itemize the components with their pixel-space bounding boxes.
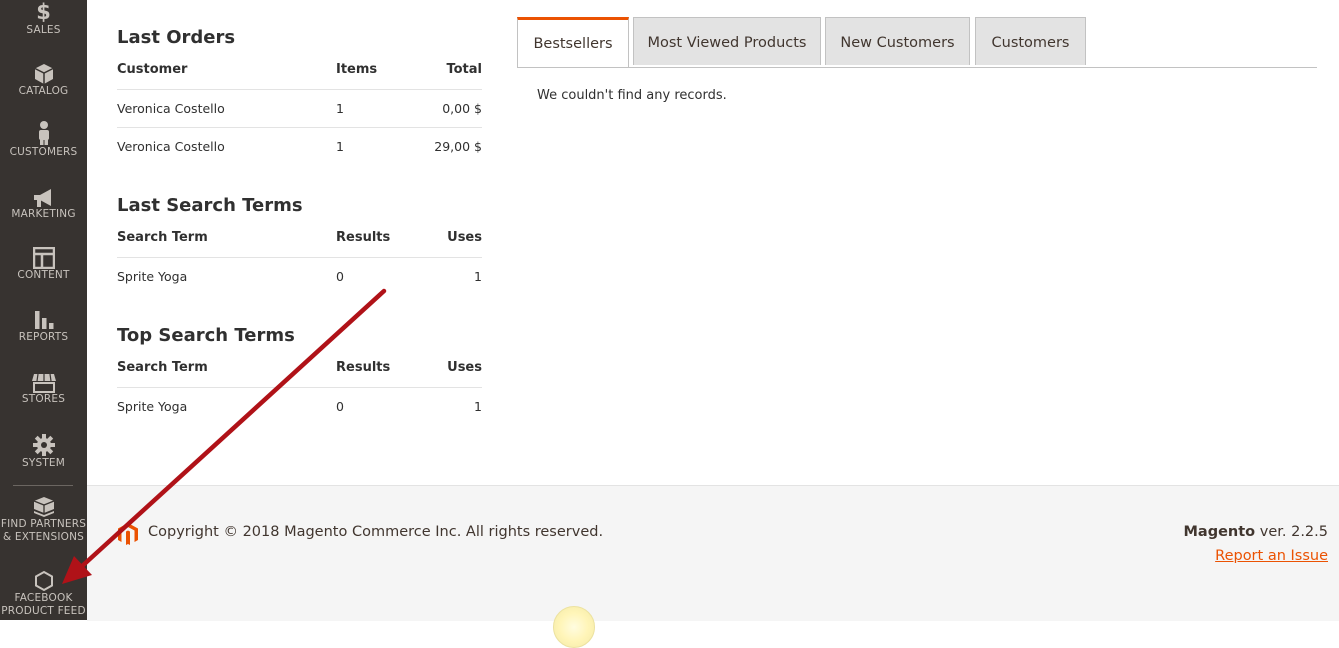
col-results: Results (336, 347, 416, 388)
top-search-terms-table: Search Term Results Uses Sprite Yoga 0 1 (117, 347, 482, 425)
table-header-row: Customer Items Total (117, 49, 482, 90)
nav-facebook-label-1: FACEBOOK (14, 592, 73, 604)
cube-icon (34, 64, 53, 84)
sidebar-divider (13, 485, 73, 486)
col-search-term: Search Term (117, 347, 336, 388)
nav-catalog[interactable]: CATALOG (0, 63, 87, 98)
dashboard-tabs: Bestsellers Most Viewed Products New Cus… (517, 17, 1317, 68)
nav-sales[interactable]: $ SALES (0, 0, 87, 37)
table-row[interactable]: Sprite Yoga 0 1 (117, 388, 482, 426)
report-issue-link[interactable]: Report an Issue (1215, 548, 1328, 564)
last-search-terms-table: Search Term Results Uses Sprite Yoga 0 1 (117, 217, 482, 295)
nav-system-label: SYSTEM (21, 457, 66, 469)
bar-chart-icon (34, 311, 53, 329)
dashboard-main: Last Orders Customer Items Total Veronic… (87, 0, 1339, 485)
nav-sales-label: SALES (26, 24, 61, 36)
nav-customers-label: CUSTOMERS (9, 146, 78, 158)
boxes-icon (33, 497, 54, 517)
nav-content[interactable]: CONTENT (0, 247, 87, 282)
table-row[interactable]: Veronica Costello 1 29,00 $ (117, 128, 482, 166)
table-row[interactable]: Sprite Yoga 0 1 (117, 258, 482, 296)
dollar-icon: $ (36, 0, 51, 24)
col-uses: Uses (416, 217, 482, 258)
col-customer: Customer (117, 49, 336, 90)
col-uses: Uses (416, 347, 482, 388)
search-term: Sprite Yoga (117, 269, 188, 284)
search-results: 0 (336, 399, 344, 414)
magento-logo-icon (118, 523, 138, 545)
nav-marketing-label: MARKETING (11, 208, 76, 220)
order-total: 0,00 $ (416, 89, 482, 128)
search-uses: 1 (474, 399, 482, 414)
tab-most-viewed-products[interactable]: Most Viewed Products (633, 17, 821, 65)
last-orders-title: Last Orders (117, 27, 236, 48)
top-search-terms-title: Top Search Terms (117, 325, 295, 346)
megaphone-icon (33, 189, 51, 207)
col-total: Total (416, 49, 482, 90)
order-customer: Veronica Costello (117, 89, 336, 128)
col-results: Results (336, 217, 416, 258)
nav-reports[interactable]: REPORTS (0, 309, 87, 344)
nav-find-partners[interactable]: FIND PARTNERS & EXTENSIONS (0, 496, 87, 544)
nav-customers[interactable]: CUSTOMERS (0, 120, 87, 159)
loading-spinner (553, 606, 595, 648)
nav-facebook-product-feed[interactable]: FACEBOOK PRODUCT FEED (0, 570, 87, 618)
gear-icon (32, 434, 55, 456)
nav-system[interactable]: SYSTEM (0, 433, 87, 470)
page-footer: Copyright © 2018 Magento Commerce Inc. A… (87, 485, 1339, 648)
table-header-row: Search Term Results Uses (117, 217, 482, 258)
order-items: 1 (336, 89, 416, 128)
empty-records-message: We couldn't find any records. (537, 88, 727, 103)
storefront-icon (31, 373, 56, 393)
nav-facebook-label-2: PRODUCT FEED (1, 605, 86, 617)
tab-new-customers[interactable]: New Customers (825, 17, 970, 65)
magento-version: Magento ver. 2.2.5 (1183, 524, 1328, 540)
table-row[interactable]: Veronica Costello 1 0,00 $ (117, 89, 482, 128)
col-items: Items (336, 49, 416, 90)
table-header-row: Search Term Results Uses (117, 347, 482, 388)
nav-find-partners-label-1: FIND PARTNERS (0, 518, 87, 530)
layout-icon (32, 247, 55, 269)
hexagon-icon (34, 570, 53, 592)
order-total: 29,00 $ (434, 139, 482, 154)
order-customer: Veronica Costello (117, 139, 225, 154)
nav-find-partners-label-2: & EXTENSIONS (2, 531, 85, 543)
order-items: 1 (336, 139, 344, 154)
admin-sidebar: $ SALES CATALOG CUSTOMERS MARKETING CONT… (0, 0, 87, 620)
search-term: Sprite Yoga (117, 399, 188, 414)
version-number: ver. 2.2.5 (1255, 524, 1328, 540)
tab-customers[interactable]: Customers (975, 17, 1086, 65)
nav-reports-label: REPORTS (18, 331, 69, 343)
last-orders-table: Customer Items Total Veronica Costello 1… (117, 49, 482, 165)
nav-marketing[interactable]: MARKETING (0, 188, 87, 221)
nav-content-label: CONTENT (17, 269, 70, 281)
nav-stores-label: STORES (21, 393, 66, 405)
nav-catalog-label: CATALOG (18, 85, 69, 97)
col-search-term: Search Term (117, 217, 336, 258)
person-icon (38, 121, 49, 145)
last-search-terms-title: Last Search Terms (117, 195, 303, 216)
search-uses: 1 (474, 269, 482, 284)
nav-stores[interactable]: STORES (0, 373, 87, 406)
magento-brand: Magento (1183, 524, 1256, 540)
tab-bestsellers[interactable]: Bestsellers (517, 17, 629, 67)
copyright-text: Copyright © 2018 Magento Commerce Inc. A… (148, 524, 604, 540)
search-results: 0 (336, 269, 344, 284)
